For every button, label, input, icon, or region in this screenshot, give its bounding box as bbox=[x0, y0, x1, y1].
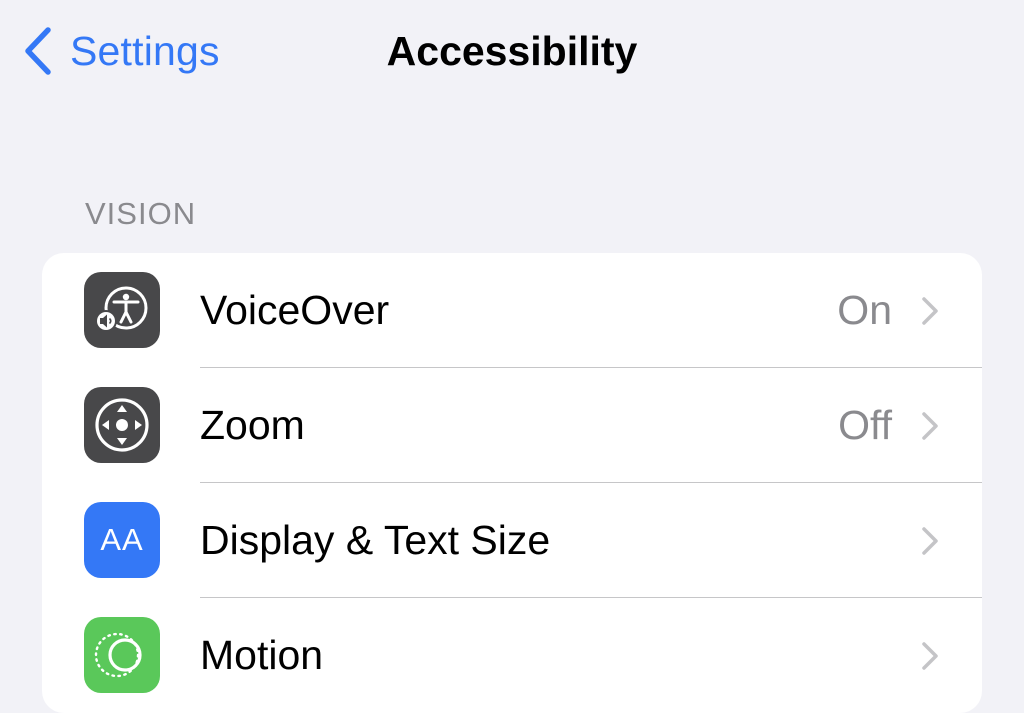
row-zoom[interactable]: Zoom Off bbox=[42, 368, 982, 483]
display-text-size-icon: AA bbox=[84, 502, 160, 578]
row-label: Motion bbox=[200, 632, 324, 678]
chevron-right-icon bbox=[922, 642, 938, 670]
display-text-size-icon-glyph: AA bbox=[100, 522, 144, 557]
row-motion[interactable]: Motion bbox=[42, 598, 982, 713]
section-header-vision: VISION bbox=[85, 196, 197, 231]
chevron-right-icon bbox=[922, 527, 938, 555]
chevron-right-icon bbox=[922, 297, 938, 325]
row-label: VoiceOver bbox=[200, 287, 390, 333]
row-value: Off bbox=[838, 402, 892, 448]
voiceover-icon bbox=[84, 272, 160, 348]
row-value: On bbox=[837, 287, 892, 333]
zoom-icon bbox=[84, 387, 160, 463]
row-display-text-size[interactable]: AA Display & Text Size bbox=[42, 483, 982, 598]
motion-icon bbox=[84, 617, 160, 693]
row-label: Display & Text Size bbox=[200, 517, 551, 563]
row-voiceover[interactable]: VoiceOver On bbox=[42, 253, 982, 368]
chevron-right-icon bbox=[922, 412, 938, 440]
navigation-bar: Settings Accessibility bbox=[0, 0, 1024, 110]
settings-group-vision: VoiceOver On Zoom Off AA Display & Text … bbox=[42, 253, 982, 713]
row-label: Zoom bbox=[200, 402, 305, 448]
page-title: Accessibility bbox=[386, 28, 638, 74]
